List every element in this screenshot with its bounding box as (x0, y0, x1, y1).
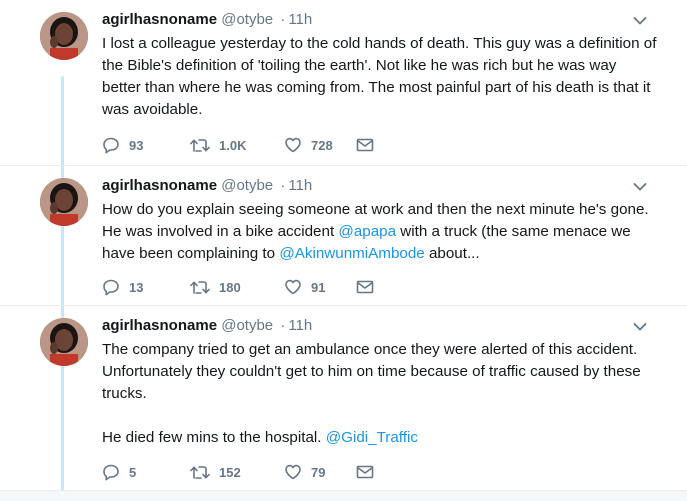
reply-icon (103, 464, 119, 481)
separator-dot: · (280, 11, 286, 28)
display-name[interactable]: agirlhasnoname (102, 317, 217, 334)
mention-link[interactable]: @Gidi_Traffic (326, 429, 418, 446)
timestamp[interactable]: 11h (288, 177, 312, 194)
chevron-down-icon[interactable] (633, 16, 647, 26)
direct-message-button[interactable] (356, 279, 374, 295)
separator-dot: · (280, 177, 286, 194)
tweet-text: The company tried to get an ambulance on… (102, 339, 658, 449)
tweet-header: agirlhasnoname @otybe · 11h (102, 316, 312, 336)
tweet[interactable]: agirlhasnoname @otybe · 11h The company t… (0, 305, 687, 491)
text-segment: about... (424, 245, 480, 262)
direct-message-button[interactable] (356, 464, 374, 480)
timestamp[interactable]: 11h (288, 11, 312, 28)
like-button[interactable]: 728 (284, 136, 356, 154)
reply-button[interactable]: 93 (102, 136, 190, 154)
reply-count: 13 (129, 279, 144, 295)
chevron-down-icon[interactable] (633, 182, 647, 192)
timestamp[interactable]: 11h (288, 317, 312, 334)
retweet-icon (190, 139, 210, 152)
envelope-icon (356, 280, 374, 294)
like-count: 728 (311, 137, 333, 153)
like-count: 91 (311, 279, 326, 295)
envelope-icon (356, 138, 374, 152)
reply-icon (103, 137, 119, 154)
heart-icon (285, 464, 301, 480)
display-name[interactable]: agirlhasnoname (102, 11, 217, 28)
tweet-header: agirlhasnoname @otybe · 11h (102, 176, 312, 196)
retweet-button[interactable]: 1.0K (190, 136, 284, 154)
avatar[interactable] (40, 318, 88, 366)
like-button[interactable]: 79 (284, 463, 356, 481)
tweet-header: agirlhasnoname @otybe · 11h (102, 10, 312, 30)
like-button[interactable]: 91 (284, 278, 356, 296)
heart-icon (285, 137, 301, 153)
tweet[interactable]: agirlhasnoname @otybe · 11h How do you ex… (0, 165, 687, 306)
reply-button[interactable]: 5 (102, 463, 190, 481)
display-name[interactable]: agirlhasnoname (102, 177, 217, 194)
envelope-icon (356, 465, 374, 479)
tweet[interactable]: agirlhasnoname @otybe · 11h I lost a coll… (0, 0, 687, 165)
like-count: 79 (311, 464, 326, 480)
tweet-actions: 13 180 91 (102, 276, 374, 298)
direct-message-button[interactable] (356, 137, 374, 153)
reply-icon (103, 279, 119, 296)
heart-icon (285, 279, 301, 295)
reply-count: 93 (129, 137, 144, 153)
chevron-down-icon[interactable] (633, 322, 647, 332)
user-handle[interactable]: @otybe (221, 177, 273, 194)
tweet-text: I lost a colleague yesterday to the cold… (102, 35, 661, 118)
mention-link[interactable]: @apapa (338, 223, 396, 240)
reply-button[interactable]: 13 (102, 278, 190, 296)
timeline-bottom-strip (0, 490, 687, 501)
separator-dot: · (280, 317, 286, 334)
retweet-count: 1.0K (219, 137, 247, 153)
retweet-icon (190, 281, 210, 294)
tweet-text: How do you explain seeing someone at wor… (102, 199, 658, 265)
user-handle[interactable]: @otybe (221, 11, 273, 28)
retweet-icon (190, 466, 210, 479)
tweet-actions: 93 1.0K 728 (102, 134, 374, 156)
user-handle[interactable]: @otybe (221, 317, 273, 334)
retweet-count: 180 (219, 279, 241, 295)
retweet-button[interactable]: 152 (190, 463, 284, 481)
retweet-button[interactable]: 180 (190, 278, 284, 296)
retweet-count: 152 (219, 464, 241, 480)
reply-count: 5 (129, 464, 137, 480)
avatar[interactable] (40, 12, 88, 60)
avatar[interactable] (40, 178, 88, 226)
mention-link[interactable]: @AkinwunmiAmbode (279, 245, 424, 262)
tweet-actions: 5 152 79 (102, 461, 374, 483)
